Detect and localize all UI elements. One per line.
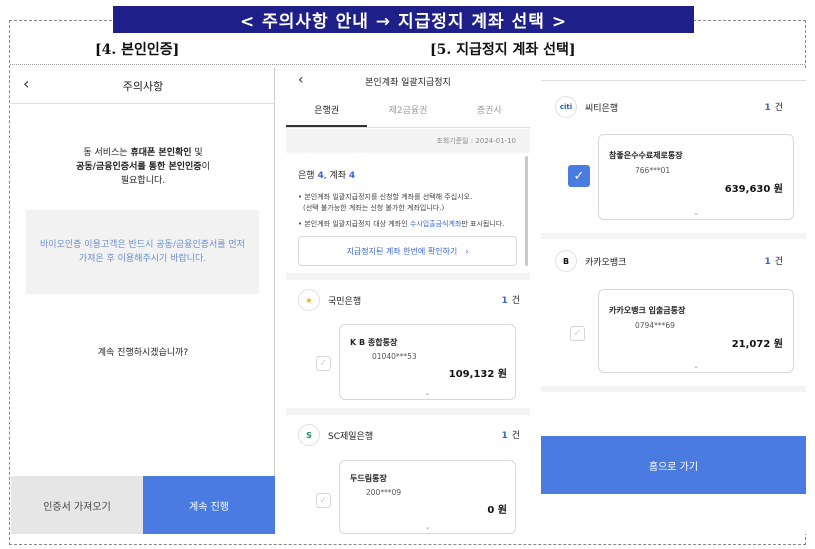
account-checkbox-citi[interactable]: ✓ [568,165,590,187]
top-banner: < 주의사항 안내 → 지급정지 계좌 선택 > [113,6,694,33]
kakaobank-logo-icon: B [555,250,577,272]
tab-securities[interactable]: 증권사 [449,100,530,127]
account-checkbox-kb[interactable]: ✓ [316,356,331,371]
account-card-kb[interactable]: K B 종합통장 01040***53 109,132 원 ⌄ [339,324,516,400]
select-instruction: • 본인계좌 일괄지급정지를 신청할 계좌를 선택해 주십시오. (선택 불가능… [298,193,473,212]
citi-bank-logo-icon: citi [555,96,577,118]
screen-account-select-2: citi 씨티은행 1건 ✓ 참좋은수수료제로통장 766***01 639,6… [541,68,806,534]
account-count: 은행 4, 계좌 4 [298,171,356,181]
chevron-down-icon[interactable]: ⌄ [599,362,793,370]
chevron-down-icon[interactable]: ⌄ [340,389,515,397]
bank-header-citi: citi 씨티은행 1건 [555,96,783,118]
header: ‹ 주의사항 [11,68,275,104]
account-card-sc[interactable]: 두드림통장 200***09 0 원 ⌄ [339,460,516,534]
section-separator [286,408,530,415]
bank-count: 1건 [501,431,520,441]
continue-question: 계속 진행하시겠습니까? [97,348,189,358]
eligible-account-note: • 본인계좌 일괄지급정지 대상 계좌인 수시입출금식계좌만 표시됩니다. [298,220,505,228]
check-suspended-accounts-button[interactable]: 지급정지된 계좌 한번에 확인하기 › [298,236,517,266]
bank-count: 1건 [764,257,783,267]
divider [10,64,805,65]
account-card-citi[interactable]: 참좋은수수료제로통장 766***01 639,630 원 ⌄ [598,134,794,220]
continue-button[interactable]: 계속 진행 [143,476,275,534]
chevron-down-icon[interactable]: ⌄ [340,523,515,531]
sc-bank-logo-icon: S [298,424,320,446]
screen-account-select-1: ‹ 본인계좌 일괄지급정지 은행권 제2금융권 증권사 조회기준일 : 2024… [286,68,530,534]
section-label-account-select: [5. 지급정지 계좌 선택] [430,42,576,58]
bank-name: 국민은행 [328,297,362,307]
section-label-auth: [4. 본인인증] [95,42,180,58]
bank-name: SC제일은행 [328,432,374,442]
section-separator [286,273,530,280]
intro-text: 동 서비스는 휴대폰 본인확인 및 공동/금융인증서를 통한 본인인증이 필요합… [76,148,210,186]
import-certificate-button[interactable]: 인증서 가져오기 [11,476,143,534]
chevron-right-icon: › [465,246,469,256]
bank-count: 1건 [764,103,783,113]
bank-name: 씨티은행 [585,104,619,114]
bio-auth-notice: 바이오인증 이용고객은 반드시 공동/금융인증서를 먼저 가져온 후 이용해주시… [26,210,259,294]
bank-header-kakao: B 카카오뱅크 1건 [555,250,783,272]
date-bar: 조회기준일 : 2024-01-10 [286,129,530,153]
account-card-kakao[interactable]: 카카오뱅크 입출금통장 0794***69 21,072 원 ⌄ [598,289,794,373]
tab-bar: 은행권 제2금융권 증권사 [286,100,530,128]
tab-second-tier[interactable]: 제2금융권 [367,100,448,127]
go-home-button[interactable]: 홈으로 가기 [541,436,806,494]
section-separator [541,233,806,239]
section-separator [541,386,806,392]
query-date: 조회기준일 : 2024-01-10 [436,137,516,145]
divider [541,80,806,81]
tab-banks[interactable]: 은행권 [286,100,368,127]
bank-name: 카카오뱅크 [585,258,627,268]
bank-header-sc: S SC제일은행 1건 [298,424,520,446]
chevron-down-icon[interactable]: ⌄ [599,209,793,217]
scrollbar[interactable] [525,156,528,266]
bank-count: 1건 [501,296,520,306]
account-checkbox-sc[interactable]: ✓ [316,493,331,508]
kb-bank-logo-icon: ★ [298,289,320,311]
screen-notice: ‹ 주의사항 동 서비스는 휴대폰 본인확인 및 공동/금융인증서를 통한 본인… [11,68,275,534]
bank-header-kb: ★ 국민은행 1건 [298,289,520,311]
page-title: 본인계좌 일괄지급정지 [365,78,451,88]
account-checkbox-kakao[interactable]: ✓ [570,326,585,341]
page-title: 주의사항 [122,80,164,93]
